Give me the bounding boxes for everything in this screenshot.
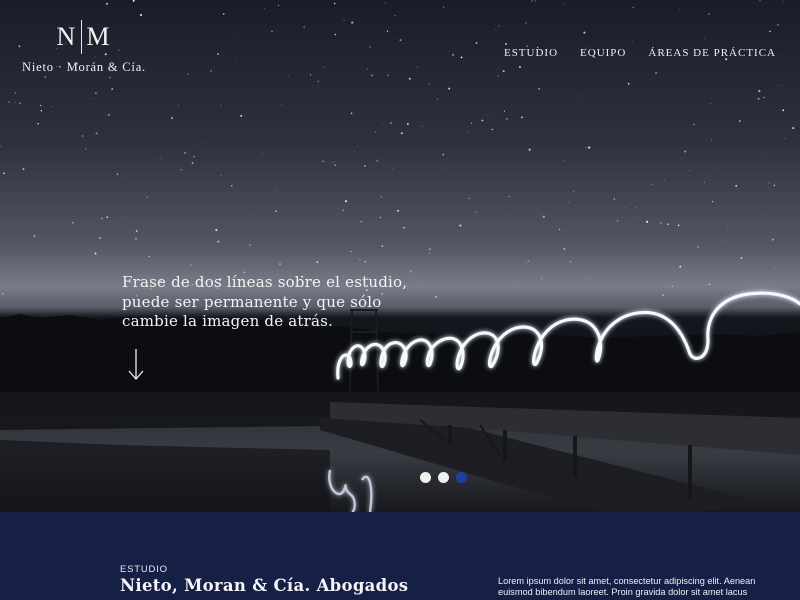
hero-slider: NM Nieto · Morán & Cía. ESTUDIO EQUIPO Á… — [0, 0, 800, 512]
slider-dots — [420, 472, 467, 483]
nav-item-equipo[interactable]: EQUIPO — [580, 47, 626, 59]
section-body-text: Lorem ipsum dolor sit amet, consectetur … — [498, 576, 756, 597]
hero-background-image — [0, 0, 800, 512]
nav-item-estudio[interactable]: ESTUDIO — [504, 47, 558, 59]
slider-dot-2[interactable] — [438, 472, 449, 483]
logo-letter-m: M — [86, 22, 112, 51]
logo-divider — [81, 20, 83, 55]
slider-dot-3[interactable] — [456, 472, 467, 483]
logo-monogram: NM — [14, 18, 154, 56]
nav-item-areas-de-practica[interactable]: ÁREAS DE PRÁCTICA — [648, 47, 776, 59]
logo-letter-n: N — [56, 22, 78, 51]
main-nav: ESTUDIO EQUIPO ÁREAS DE PRÁCTICA — [504, 47, 776, 59]
section-eyebrow: ESTUDIO — [120, 564, 168, 575]
hero-tagline: Frase de dos líneas sobre el estudio, pu… — [122, 273, 408, 330]
slider-dot-1[interactable] — [420, 472, 431, 483]
about-section: ESTUDIO Nieto, Moran & Cía. Abogados Lor… — [0, 512, 800, 600]
section-title: Nieto, Moran & Cía. Abogados — [120, 576, 409, 595]
brand-logo[interactable]: NM Nieto · Morán & Cía. — [14, 18, 154, 75]
arrow-down-icon[interactable] — [126, 347, 146, 383]
logo-firm-name: Nieto · Morán & Cía. — [22, 60, 146, 74]
